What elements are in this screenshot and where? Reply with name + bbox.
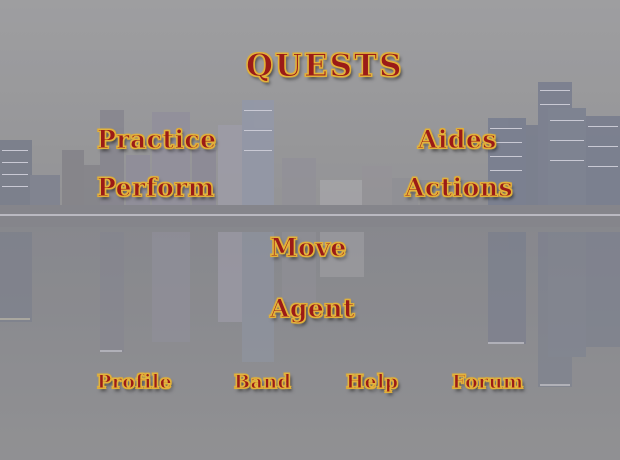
quests-title-link[interactable]: QUESTS [246,48,404,85]
agent-link[interactable]: Agent [269,294,355,324]
perform-link[interactable]: Perform [97,173,215,203]
actions-link[interactable]: Actions [404,173,513,203]
move-link[interactable]: Move [270,233,347,263]
forum-link[interactable]: Forum [452,371,524,394]
practice-link[interactable]: Practice [97,125,217,155]
profile-link[interactable]: Profile [96,371,172,394]
aides-link[interactable]: Aides [418,125,497,155]
help-link[interactable]: Help [346,371,399,394]
band-link[interactable]: Band [233,371,291,394]
